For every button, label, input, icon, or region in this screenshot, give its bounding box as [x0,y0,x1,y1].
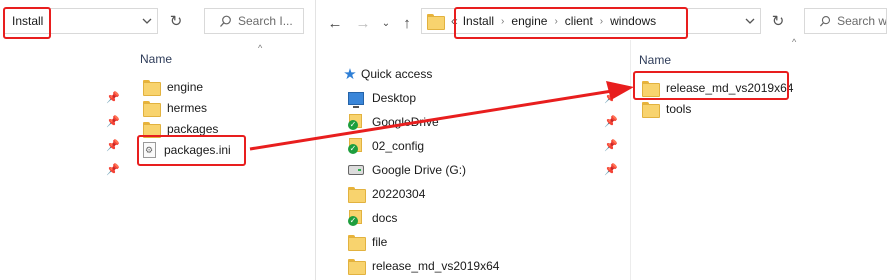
item-name: packages [167,122,219,136]
nav-item-google-drive-g[interactable]: Google Drive (G:) [348,159,466,181]
breadcrumb-highlight-box [454,7,688,39]
search-placeholder: Search I... [238,14,293,28]
list-item[interactable]: engine [143,76,203,98]
folder-icon [348,187,366,203]
search-icon [220,15,231,27]
sort-caret-up-icon: ^ [258,43,263,53]
google-drive-folder-icon: ✓ [348,210,364,226]
folder-icon [642,102,660,118]
nav-item-googledrive[interactable]: ✓ GoogleDrive [348,111,439,133]
nav-item-02-config[interactable]: ✓ 02_config [348,135,424,157]
pane-divider[interactable] [630,40,631,280]
item-name: engine [167,80,204,94]
pin-icon: 📌 [604,164,618,176]
up-arrow-icon[interactable]: ↑ [398,14,416,32]
list-item[interactable]: hermes [143,97,207,119]
sort-caret-up-icon: ^ [792,37,797,47]
item-name: tools [666,102,692,116]
search-input[interactable]: Search I... [204,8,304,34]
pin-icon: 📌 [604,140,618,152]
column-header-name[interactable]: Name [639,53,671,67]
left-explorer-window: Install ↻ Search I... ^ Name 📌 📌 📌 📌 eng… [0,0,316,280]
folder-icon [427,14,445,30]
forward-arrow-icon[interactable]: → [354,14,372,32]
nav-item-20220304[interactable]: 20220304 [348,183,425,205]
nav-item-label: 20220304 [372,187,426,201]
pin-icon: 📌 [106,164,120,176]
nav-item-file[interactable]: file [348,231,387,253]
nav-item-quick-access[interactable]: ★ Quick access [342,63,432,85]
search-placeholder: Search wi [837,14,886,28]
folder-icon [143,101,161,117]
address-dropdown-chevron-icon[interactable] [138,8,156,34]
nav-item-label: docs [372,211,398,225]
google-drive-folder-icon: ✓ [348,114,364,130]
nav-item-label: Google Drive (G:) [372,163,467,177]
right-explorer-window: ← → ⌄ ↑ « Install › engine › client › wi… [318,0,887,280]
folder-icon [348,259,366,275]
recent-locations-chevron-icon[interactable]: ⌄ [377,14,395,32]
folder-icon [143,80,161,96]
nav-item-label: 02_config [372,139,425,153]
pin-icon: 📌 [106,116,120,128]
nav-item-docs[interactable]: ✓ docs [348,207,397,229]
nav-item-label: release_md_vs2019x64 [372,259,500,273]
pin-icon: 📌 [604,92,618,104]
pin-icon: 📌 [106,92,120,104]
search-icon [819,15,831,27]
nav-item-label: GoogleDrive [372,115,439,129]
pin-icon: 📌 [106,140,120,152]
nav-item-label: Quick access [361,67,433,81]
pin-icon: 📌 [604,116,618,128]
refresh-icon[interactable]: ↻ [766,8,790,34]
column-header-name[interactable]: Name [140,52,172,66]
back-arrow-icon[interactable]: ← [326,14,344,32]
folder-icon [348,235,366,251]
refresh-icon[interactable]: ↻ [164,8,188,34]
nav-item-release[interactable]: release_md_vs2019x64 [348,255,499,277]
star-icon: ★ [343,66,357,83]
file-highlight-box [137,135,246,166]
nav-item-label: Desktop [372,91,417,105]
nav-item-label: file [372,235,388,249]
drive-icon [348,165,364,175]
nav-item-desktop[interactable]: Desktop [348,87,416,109]
desktop-icon [348,91,364,108]
address-highlight-box [3,7,51,39]
target-folder-highlight-box [633,71,789,100]
item-name: hermes [167,101,208,115]
search-input[interactable]: Search wi [804,8,887,34]
list-item[interactable]: tools [642,98,691,120]
google-drive-folder-icon: ✓ [348,138,364,154]
address-dropdown-chevron-icon[interactable] [741,8,759,34]
folder-icon [143,122,161,138]
